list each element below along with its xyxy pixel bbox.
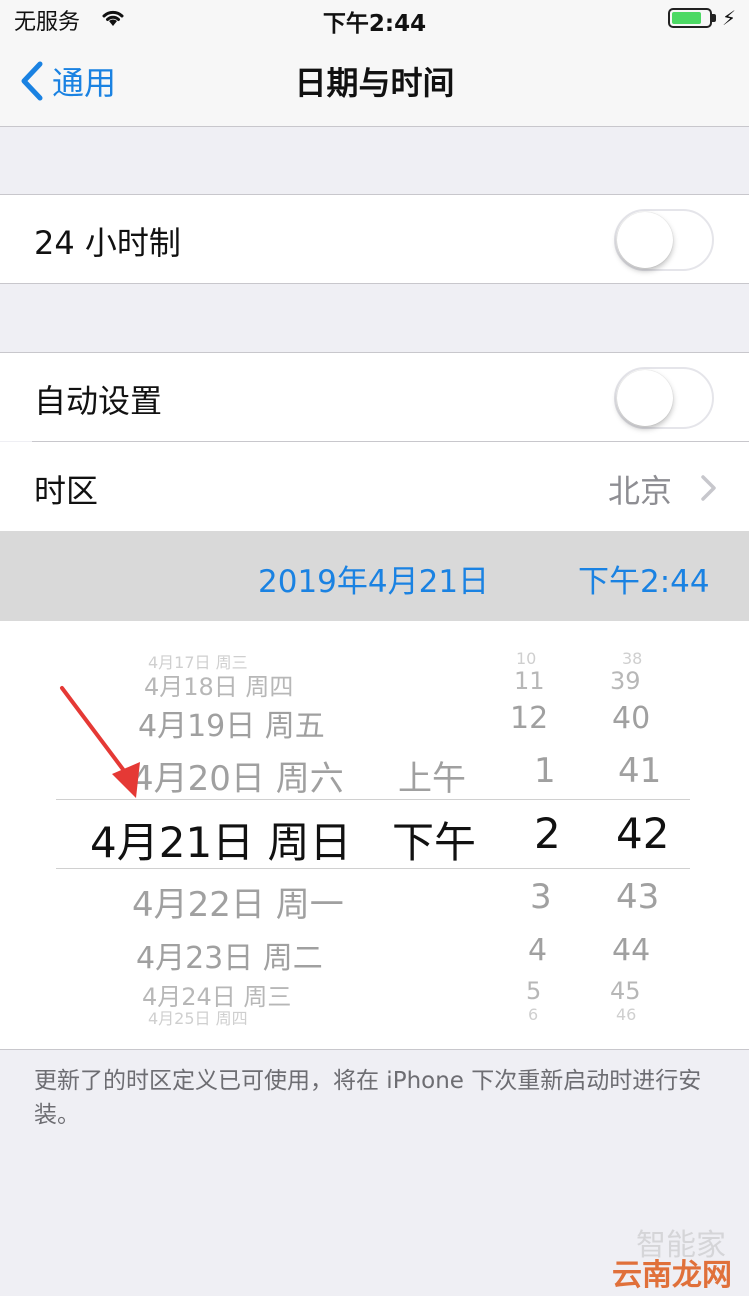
picker-hour-selected[interactable]: 2 (534, 809, 561, 858)
timezone-label: 时区 (34, 472, 99, 510)
hour24-label: 24 小时制 (34, 224, 181, 262)
picker-date-item[interactable]: 4月20日 周六 (132, 751, 344, 800)
battery-level (672, 12, 701, 24)
picker-minute-item[interactable]: 43 (616, 877, 659, 917)
selected-time[interactable]: 下午2:44 (578, 556, 710, 601)
battery-icon (668, 8, 712, 28)
hour24-toggle[interactable] (614, 209, 714, 271)
bolt-icon: ⚡ (722, 6, 737, 30)
picker-minute-selected[interactable]: 42 (616, 809, 669, 858)
picker-date-item[interactable]: 4月19日 周五 (138, 701, 325, 745)
timezone-update-note: 更新了的时区定义已可使用，将在 iPhone 下次重新启动时进行安装。 (34, 1068, 702, 1128)
picker-date-item[interactable]: 4月23日 周二 (136, 933, 323, 977)
picker-minute-item[interactable]: 39 (610, 667, 641, 695)
selected-date[interactable]: 2019年4月21日 (258, 556, 489, 601)
picker-hour-item[interactable]: 11 (514, 667, 545, 695)
picker-minute-item[interactable]: 45 (610, 977, 641, 1005)
battery-tip (712, 14, 716, 22)
picker-hour-item[interactable]: 5 (526, 977, 541, 1005)
watermark-logo-text: 云南龙网 (612, 1258, 732, 1293)
picker-hour-item[interactable]: 12 (510, 701, 548, 736)
auto-set-label: 自动设置 (34, 382, 163, 420)
timezone-value: 北京 (608, 472, 673, 510)
picker-date-item[interactable]: 4月18日 周四 (144, 667, 293, 702)
picker-hour-item[interactable]: 6 (528, 1005, 538, 1024)
picker-minute-item[interactable]: 38 (622, 649, 642, 668)
picker-minute-item[interactable]: 46 (616, 1005, 636, 1024)
auto-set-toggle[interactable] (614, 367, 714, 429)
annotation-arrow-icon (60, 686, 140, 798)
toggle-knob (617, 370, 673, 426)
picker-minute-item[interactable]: 44 (612, 933, 650, 968)
status-time: 下午2:44 (322, 11, 427, 37)
section-divider (0, 1049, 749, 1050)
toggle-knob (617, 212, 673, 268)
picker-date-item[interactable]: 4月22日 周一 (132, 877, 344, 926)
picker-hour-item[interactable]: 10 (516, 649, 536, 668)
picker-hour-item[interactable]: 1 (534, 751, 556, 791)
picker-ampm-item[interactable]: 上午 (398, 751, 466, 800)
picker-date-item[interactable]: 4月25日 周四 (148, 1005, 248, 1029)
chevron-right-icon (701, 475, 716, 501)
section-divider (0, 283, 749, 284)
page-title: 日期与时间 (294, 64, 455, 102)
picker-ampm-selected[interactable]: 下午 (392, 809, 476, 870)
picker-minute-item[interactable]: 40 (612, 701, 650, 736)
picker-hour-item[interactable]: 4 (528, 933, 547, 968)
picker-hour-item[interactable]: 3 (530, 877, 552, 917)
picker-date-selected[interactable]: 4月21日 周日 (90, 809, 352, 870)
picker-minute-item[interactable]: 41 (618, 751, 661, 791)
